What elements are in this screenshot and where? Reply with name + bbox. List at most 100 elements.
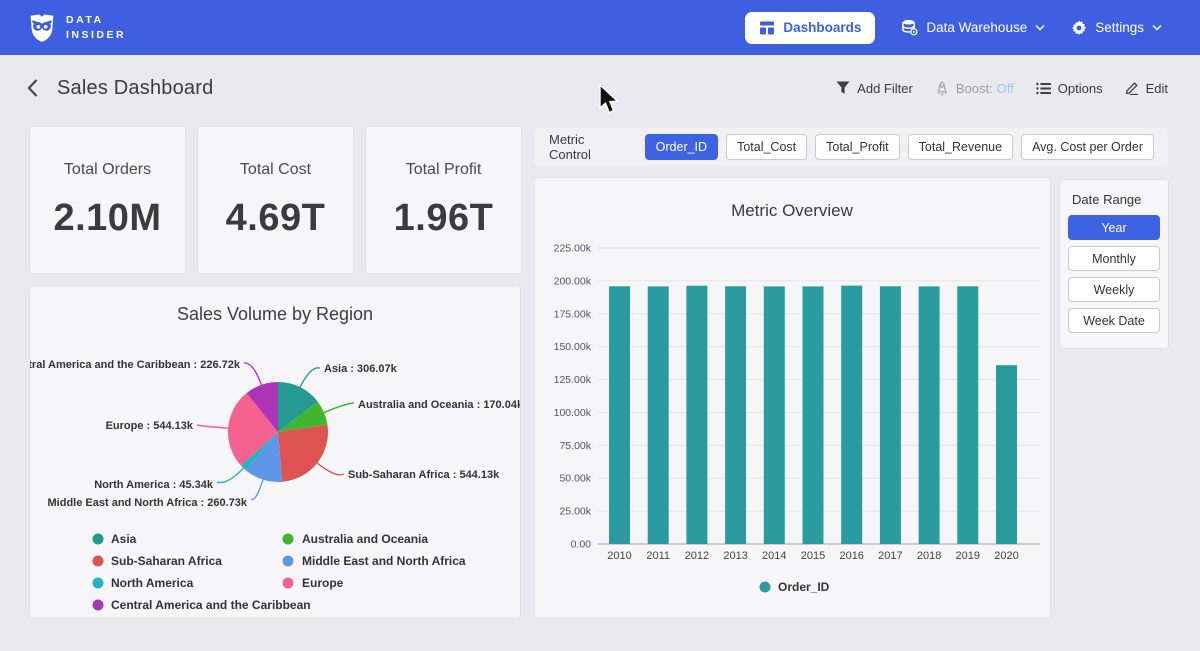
back-button[interactable] [26, 78, 39, 98]
app-logo: DATA INSIDER [28, 12, 126, 44]
y-axis-tick: 25.00k [559, 506, 591, 518]
x-axis-tick: 2020 [994, 550, 1018, 562]
list-options-icon [1036, 82, 1051, 95]
bar[interactable] [725, 286, 746, 544]
bar[interactable] [648, 286, 669, 544]
add-filter-button[interactable]: Add Filter [836, 81, 913, 96]
pie-slice-label: Europe : 544.13k [106, 420, 194, 432]
kpi-value: 4.69T [226, 197, 326, 240]
bar[interactable] [803, 286, 824, 544]
legend-label: Order_ID [778, 580, 830, 594]
legend-label: Asia [111, 532, 137, 546]
legend-label: Sub-Saharan Africa [111, 554, 222, 568]
data-warehouse-menu[interactable]: Data Warehouse [901, 19, 1045, 36]
bar[interactable] [609, 286, 630, 544]
metric-option-order-id[interactable]: Order_ID [645, 134, 718, 160]
date-range-week-date[interactable]: Week Date [1068, 308, 1160, 333]
legend-dot [283, 578, 294, 589]
dashboard-grid-icon [759, 20, 775, 36]
x-axis-tick: 2012 [685, 550, 709, 562]
pie-slice-label: Asia : 306.07k [324, 363, 398, 375]
dashboards-button[interactable]: Dashboards [745, 12, 875, 44]
gear-icon [1071, 20, 1087, 36]
dashboards-label: Dashboards [783, 20, 861, 35]
chevron-left-icon [26, 78, 39, 98]
metric-option-total-cost[interactable]: Total_Cost [726, 134, 807, 160]
boost-toggle[interactable]: Boost: Off [935, 81, 1014, 96]
owl-logo-icon [28, 12, 56, 44]
boost-state: Off [997, 81, 1014, 96]
x-axis-tick: 2019 [956, 550, 980, 562]
boost-label: Boost: [956, 81, 993, 96]
x-axis-tick: 2018 [917, 550, 941, 562]
bar[interactable] [841, 286, 862, 544]
x-axis-tick: 2016 [839, 550, 863, 562]
chevron-down-icon [1035, 24, 1045, 31]
options-button[interactable]: Options [1036, 81, 1103, 96]
bar-chart-title: Metric Overview [731, 201, 854, 220]
bar-chart[interactable]: Metric Overview0.0025.00k50.00k75.00k100… [535, 178, 1050, 618]
add-filter-label: Add Filter [857, 81, 913, 96]
options-label: Options [1058, 81, 1103, 96]
kpi-label: Total Profit [406, 161, 482, 179]
metric-control-bar: Metric Control Order_ID Total_Cost Total… [535, 128, 1168, 165]
rocket-icon [935, 81, 949, 96]
date-range-weekly[interactable]: Weekly [1068, 277, 1160, 302]
y-axis-tick: 0.00 [571, 539, 592, 551]
pie-slice-label: North America : 45.34k [94, 479, 214, 491]
x-axis-tick: 2014 [762, 550, 786, 562]
settings-label: Settings [1095, 20, 1144, 35]
y-axis-tick: 200.00k [554, 275, 592, 287]
pie-chart[interactable]: Asia : 306.07k Australia and Oceania : 17… [30, 286, 520, 618]
date-range-panel: Date Range Year Monthly Weekly Week Date [1060, 180, 1168, 348]
logo-text: DATA INSIDER [66, 13, 126, 41]
legend-dot [93, 534, 104, 545]
bar[interactable] [919, 286, 940, 544]
kpi-card-total-cost: Total Cost 4.69T [198, 127, 353, 273]
kpi-card-total-profit: Total Profit 1.96T [366, 127, 521, 273]
date-range-label: Date Range [1072, 192, 1160, 207]
legend-label: Middle East and North Africa [302, 554, 466, 568]
bar[interactable] [957, 286, 978, 544]
kpi-card-total-orders: Total Orders 2.10M [30, 127, 185, 273]
bar[interactable] [880, 286, 901, 544]
y-axis-tick: 100.00k [554, 407, 592, 419]
legend-dot [760, 582, 771, 593]
legend-label: Central America and the Caribbean [111, 598, 311, 612]
legend-label: Australia and Oceania [302, 532, 428, 546]
bar[interactable] [764, 286, 785, 544]
legend-dot [93, 578, 104, 589]
bar-chart-card: Metric Overview0.0025.00k50.00k75.00k100… [535, 178, 1050, 618]
bar[interactable] [996, 365, 1017, 544]
pie-label-leader [324, 403, 354, 413]
metric-option-avg-cost[interactable]: Avg. Cost per Order [1021, 134, 1154, 160]
kpi-value: 1.96T [394, 197, 494, 240]
y-axis-tick: 75.00k [559, 440, 591, 452]
filter-funnel-icon [836, 81, 850, 95]
pie-slice-label: Australia and Oceania : 170.04k [358, 399, 520, 411]
pie-chart-title: Sales Volume by Region [30, 304, 520, 325]
legend-dot [93, 556, 104, 567]
y-axis-tick: 225.00k [554, 243, 592, 255]
database-icon [901, 19, 918, 36]
pie-slice[interactable] [278, 425, 328, 482]
kpi-label: Total Orders [64, 161, 151, 179]
date-range-monthly[interactable]: Monthly [1068, 246, 1160, 271]
y-axis-tick: 150.00k [554, 341, 592, 353]
page-title: Sales Dashboard [57, 77, 213, 100]
settings-menu[interactable]: Settings [1071, 20, 1162, 36]
bar[interactable] [686, 286, 707, 544]
date-range-year[interactable]: Year [1068, 215, 1160, 240]
edit-button[interactable]: Edit [1125, 81, 1168, 96]
pencil-icon [1125, 81, 1139, 95]
metric-control-label: Metric Control [549, 132, 625, 162]
sales-dashboard-page: DATA INSIDER Dashboards [0, 0, 1200, 651]
x-axis-tick: 2010 [607, 550, 631, 562]
page-header: Sales Dashboard Add Filter Boost: Off [0, 55, 1200, 121]
pie-label-leader [244, 363, 261, 385]
pie-slice-label: Sub-Saharan Africa : 544.13k [348, 469, 500, 481]
legend-label: North America [111, 576, 194, 590]
pie-label-leader [217, 468, 243, 482]
metric-option-total-profit[interactable]: Total_Profit [815, 134, 900, 160]
metric-option-total-revenue[interactable]: Total_Revenue [908, 134, 1013, 160]
